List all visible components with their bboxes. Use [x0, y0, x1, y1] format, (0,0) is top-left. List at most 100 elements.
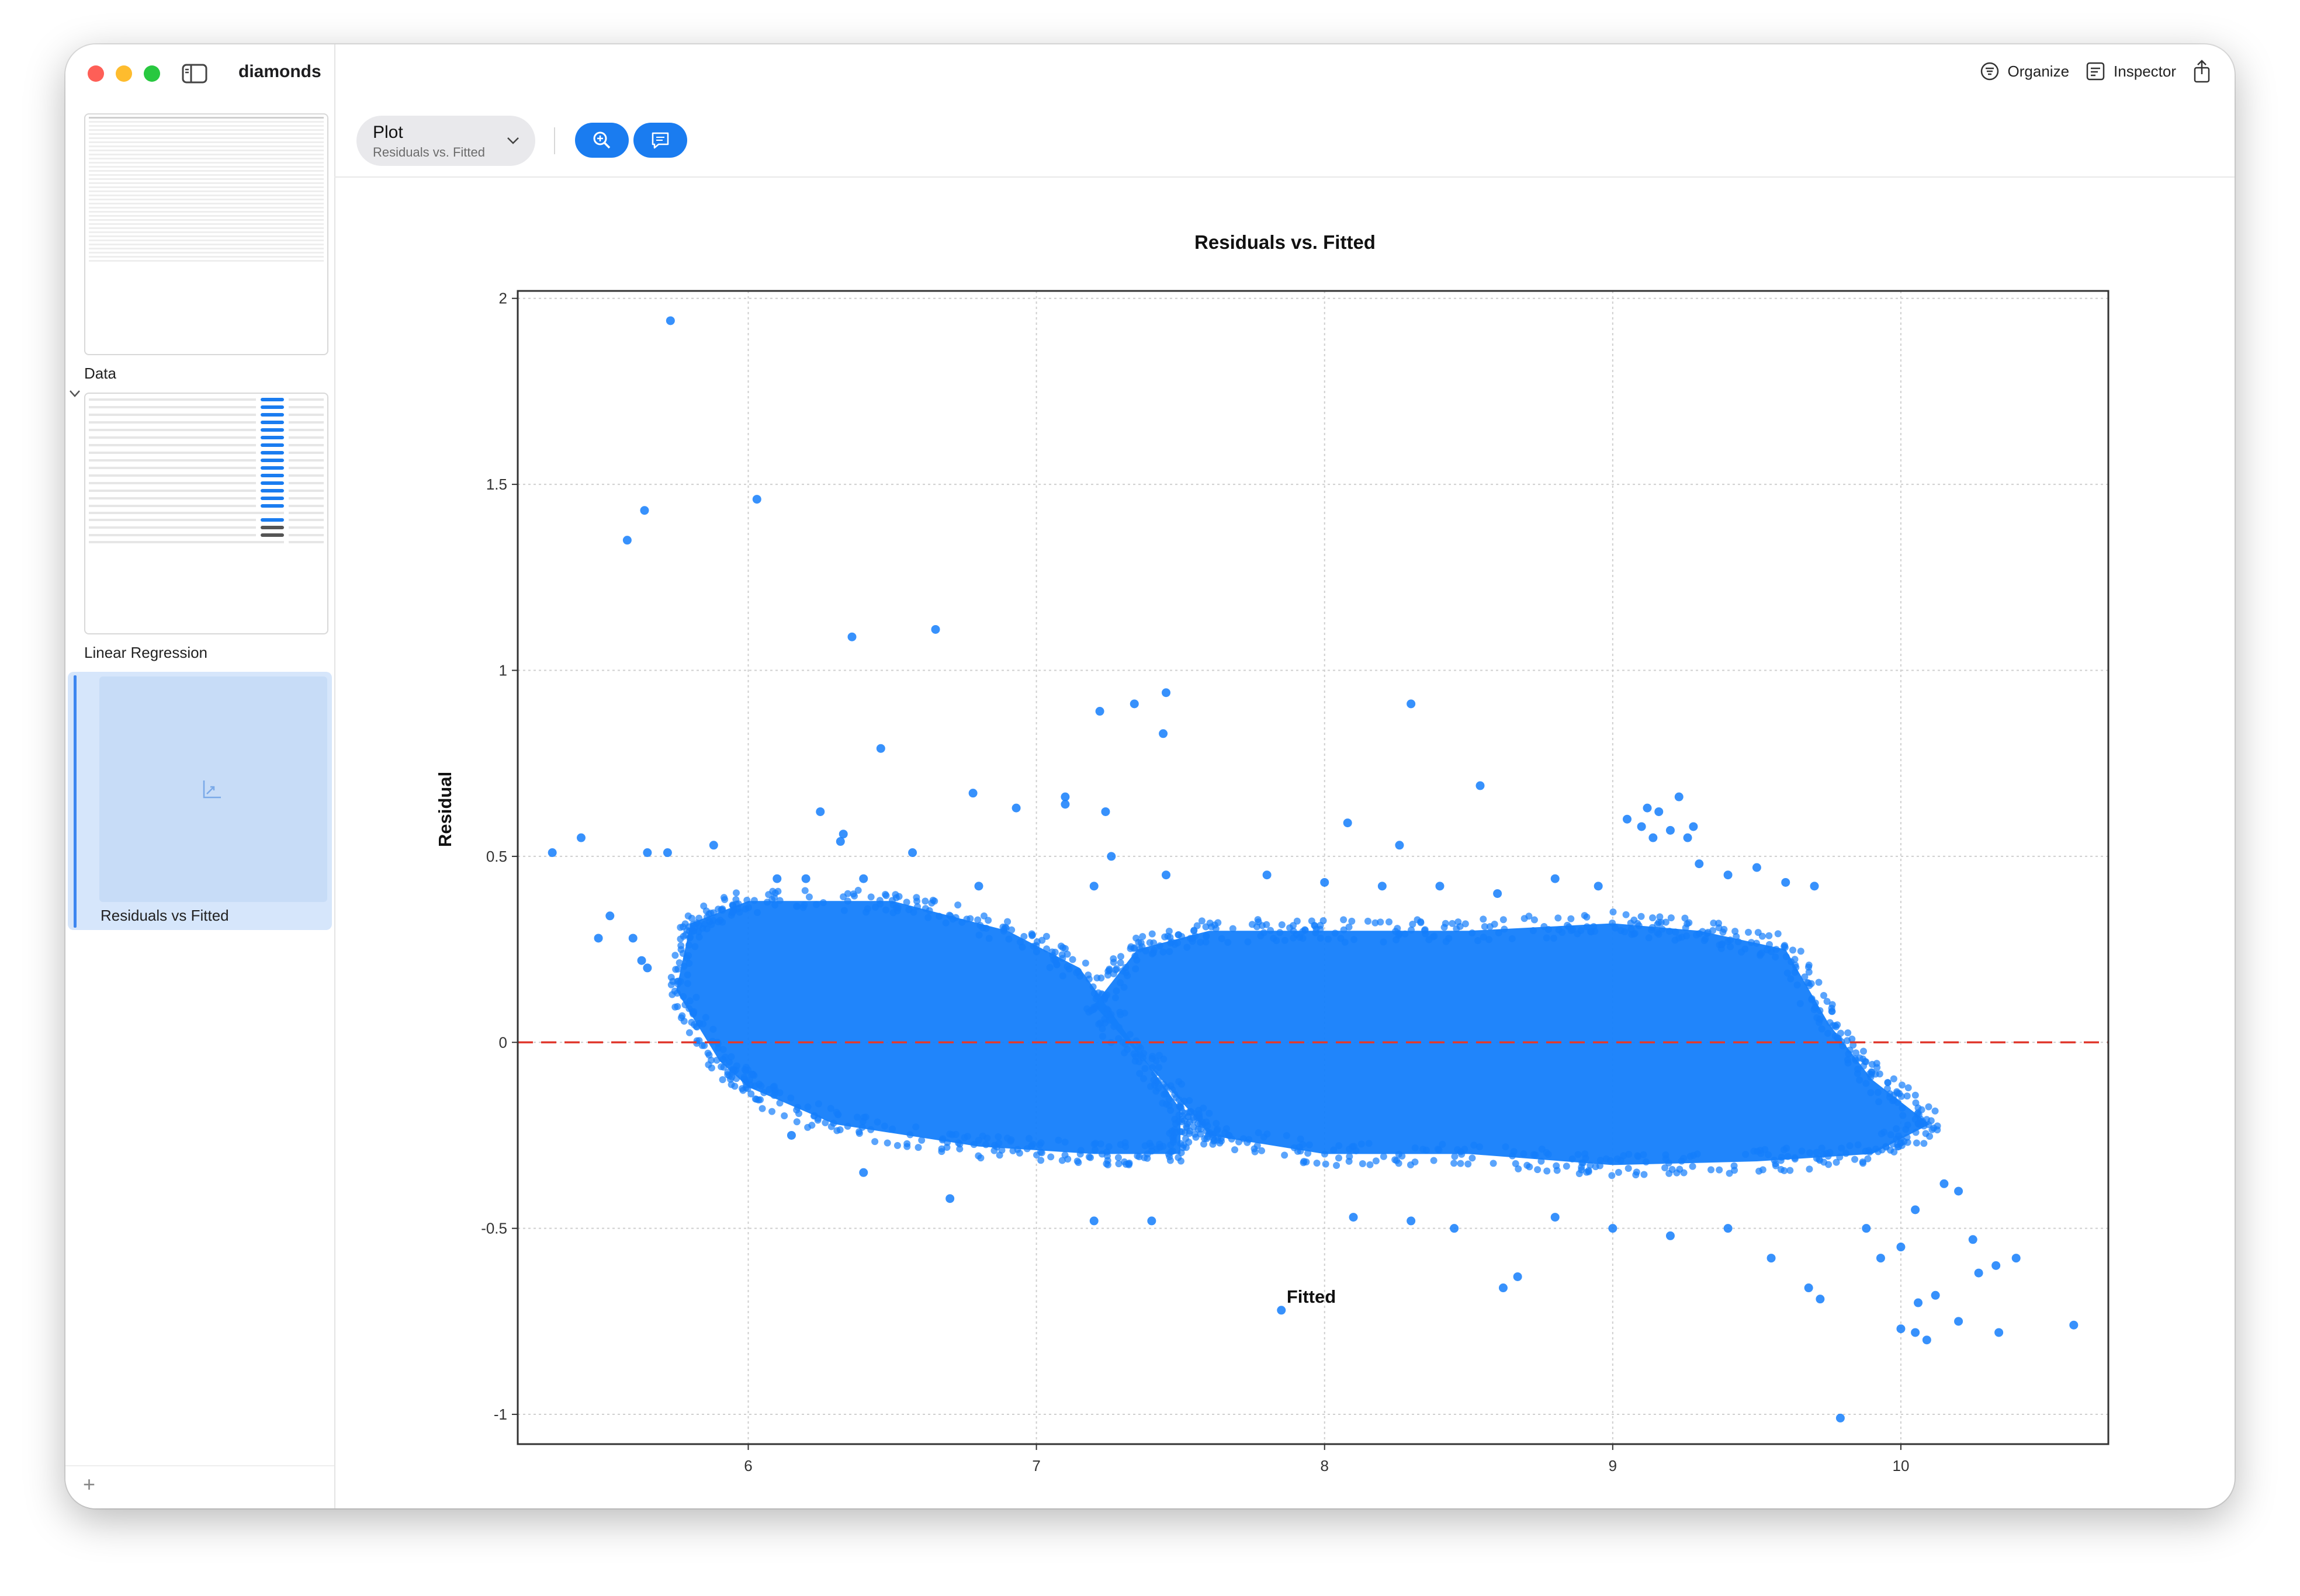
- data-point[interactable]: [637, 956, 646, 965]
- data-point[interactable]: [1095, 707, 1104, 716]
- data-point[interactable]: [968, 789, 978, 798]
- data-point[interactable]: [1089, 882, 1099, 891]
- data-point[interactable]: [643, 963, 652, 973]
- close-window-button[interactable]: [88, 65, 104, 82]
- data-point[interactable]: [1723, 1224, 1733, 1233]
- data-point[interactable]: [1089, 1216, 1099, 1226]
- data-point[interactable]: [1683, 833, 1692, 842]
- data-point[interactable]: [908, 848, 917, 858]
- data-point[interactable]: [1277, 1306, 1286, 1315]
- data-point[interactable]: [773, 874, 782, 883]
- data-point[interactable]: [1781, 877, 1790, 887]
- data-point[interactable]: [1810, 882, 1819, 891]
- data-point[interactable]: [1643, 803, 1652, 813]
- data-thumbnail[interactable]: [84, 113, 328, 355]
- data-point[interactable]: [1262, 870, 1272, 880]
- data-point[interactable]: [1911, 1205, 1920, 1215]
- data-point[interactable]: [640, 506, 649, 515]
- data-point[interactable]: [1862, 1224, 1871, 1233]
- data-point[interactable]: [1835, 1413, 1845, 1422]
- data-point[interactable]: [1766, 1254, 1776, 1263]
- data-point[interactable]: [1896, 1243, 1906, 1252]
- zoom-window-button[interactable]: [144, 65, 160, 82]
- data-point[interactable]: [931, 624, 940, 634]
- data-point[interactable]: [1349, 1213, 1358, 1222]
- sidebar-item-residuals-vs-fitted[interactable]: Residuals vs Fitted: [101, 907, 229, 925]
- data-point[interactable]: [622, 536, 632, 545]
- minimize-window-button[interactable]: [116, 65, 132, 82]
- data-point[interactable]: [709, 841, 718, 850]
- comment-button[interactable]: [633, 123, 687, 158]
- regression-thumbnail[interactable]: [84, 393, 328, 634]
- data-point[interactable]: [1654, 807, 1664, 816]
- zoom-button[interactable]: [575, 123, 629, 158]
- organize-button[interactable]: Organize: [1980, 61, 2069, 81]
- data-point[interactable]: [1665, 1231, 1675, 1240]
- data-point[interactable]: [1931, 1290, 1940, 1300]
- data-point[interactable]: [1876, 1254, 1885, 1263]
- data-point[interactable]: [1674, 792, 1684, 802]
- data-point[interactable]: [847, 632, 857, 641]
- data-point[interactable]: [1513, 1272, 1522, 1281]
- data-point[interactable]: [1147, 1216, 1156, 1226]
- data-point[interactable]: [1689, 822, 1698, 831]
- data-point[interactable]: [1343, 818, 1352, 828]
- data-point[interactable]: [787, 1130, 796, 1140]
- data-point[interactable]: [1407, 1216, 1416, 1226]
- inspector-button[interactable]: Inspector: [2086, 61, 2176, 81]
- data-point[interactable]: [836, 837, 845, 846]
- sidebar-item-linear-regression[interactable]: Linear Regression: [84, 644, 207, 662]
- plot-thumbnail[interactable]: [99, 676, 327, 902]
- data-point[interactable]: [1968, 1235, 1977, 1244]
- data-point[interactable]: [859, 1168, 868, 1177]
- data-point[interactable]: [1435, 882, 1445, 891]
- data-point[interactable]: [1816, 1295, 1825, 1304]
- data-point[interactable]: [1991, 1261, 2001, 1270]
- data-point[interactable]: [1804, 1283, 1813, 1293]
- data-point[interactable]: [1493, 889, 1502, 898]
- sidebar-toggle-icon[interactable]: [181, 63, 208, 84]
- residual-scatter-plot[interactable]: 6 7 8 9 10 -1 -0.5 0 0.5 1 1.5 2: [335, 178, 2235, 1508]
- sidebar-item-data[interactable]: Data: [84, 365, 116, 383]
- data-point[interactable]: [1911, 1328, 1920, 1337]
- data-point[interactable]: [1896, 1324, 1906, 1334]
- data-point[interactable]: [1498, 1283, 1508, 1293]
- data-point[interactable]: [876, 744, 885, 753]
- data-point[interactable]: [1954, 1317, 1963, 1326]
- data-point[interactable]: [663, 848, 672, 858]
- data-point[interactable]: [859, 874, 868, 883]
- data-point[interactable]: [2011, 1254, 2021, 1263]
- share-button[interactable]: [2192, 60, 2211, 83]
- data-point[interactable]: [1061, 800, 1070, 809]
- plot-type-select[interactable]: Plot Residuals vs. Fitted: [356, 116, 535, 166]
- data-point[interactable]: [576, 833, 586, 842]
- data-point[interactable]: [1637, 822, 1646, 831]
- data-point[interactable]: [1475, 781, 1485, 790]
- data-point[interactable]: [1922, 1335, 1931, 1345]
- data-point[interactable]: [1994, 1328, 2004, 1337]
- data-point[interactable]: [816, 807, 825, 816]
- data-point[interactable]: [1723, 870, 1733, 880]
- data-point[interactable]: [1107, 852, 1116, 861]
- data-point[interactable]: [1695, 859, 1704, 869]
- data-point[interactable]: [1130, 699, 1139, 709]
- data-point[interactable]: [1974, 1268, 1983, 1278]
- data-point[interactable]: [1954, 1186, 1963, 1196]
- data-point[interactable]: [2069, 1320, 2079, 1330]
- data-point[interactable]: [643, 848, 652, 858]
- data-point[interactable]: [1101, 807, 1110, 816]
- data-point[interactable]: [1550, 1213, 1560, 1222]
- data-point[interactable]: [1395, 841, 1404, 850]
- data-point[interactable]: [1939, 1179, 1949, 1188]
- data-point[interactable]: [1162, 870, 1171, 880]
- data-point[interactable]: [1665, 825, 1675, 835]
- data-point[interactable]: [628, 934, 638, 943]
- data-point[interactable]: [1377, 882, 1387, 891]
- data-point[interactable]: [666, 316, 675, 325]
- data-point[interactable]: [605, 911, 615, 921]
- data-point[interactable]: [945, 1194, 955, 1203]
- data-point[interactable]: [1622, 814, 1632, 824]
- data-point[interactable]: [1450, 1224, 1459, 1233]
- data-point[interactable]: [752, 495, 761, 504]
- data-point[interactable]: [1648, 833, 1658, 842]
